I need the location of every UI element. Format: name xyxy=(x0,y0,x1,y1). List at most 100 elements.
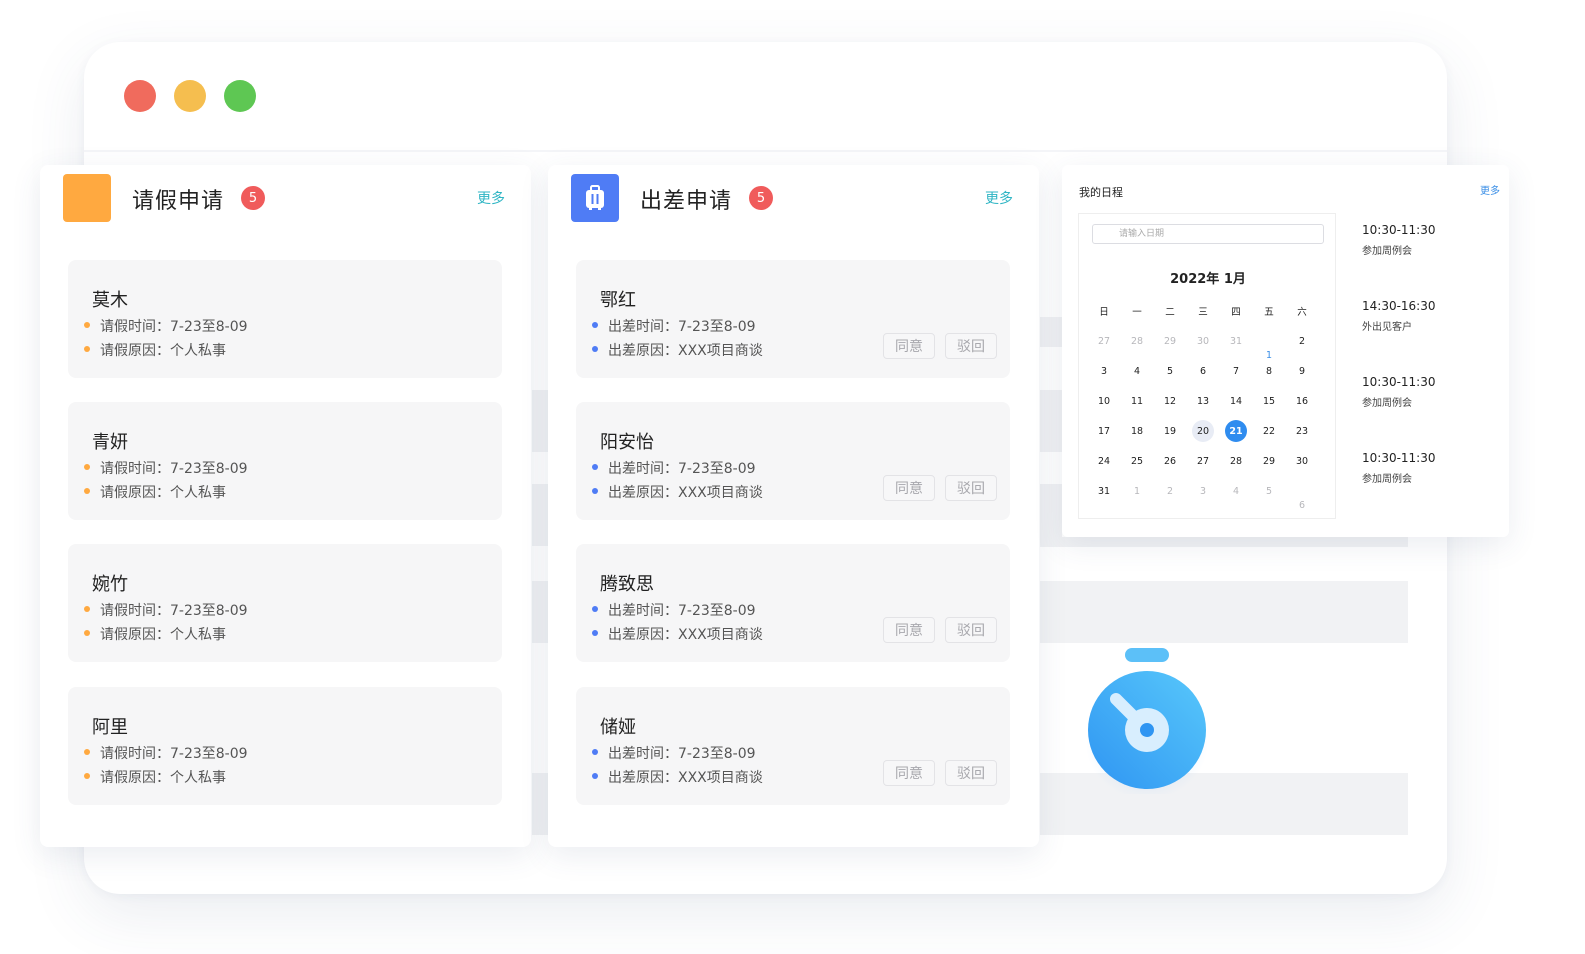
applicant-name: 阳安怡 xyxy=(600,432,654,453)
approve-button[interactable]: 同意 xyxy=(883,760,935,786)
calendar-day[interactable]: 1 xyxy=(1126,480,1148,502)
leave-time: 请假时间：7-23至8-09 xyxy=(84,316,248,336)
reject-button[interactable]: 驳回 xyxy=(945,617,997,643)
calendar-day[interactable]: 30 xyxy=(1291,450,1313,472)
weekday-header: 一 xyxy=(1132,307,1142,318)
calendar-day[interactable]: 3 xyxy=(1093,360,1115,382)
leave-request-panel: 请假申请 5 更多 莫木 请假时间：7-23至8-09 请假原因：个人私事 青妍… xyxy=(40,165,531,847)
calendar-day[interactable]: 13 xyxy=(1192,390,1214,412)
weekday-header: 六 xyxy=(1297,307,1307,318)
leave-time: 请假时间：7-23至8-09 xyxy=(84,458,248,478)
calendar-day[interactable]: 29 xyxy=(1258,450,1280,472)
trip-count-badge: 5 xyxy=(749,186,773,210)
calendar-day[interactable]: 9 xyxy=(1291,360,1313,382)
my-schedule-panel: 我的日程 更多 请输入日期 2022年 1月 日一二三四五六 27 28 29 30 31… xyxy=(1062,165,1509,537)
calendar-day[interactable]: 8 xyxy=(1258,360,1280,382)
trip-reason: 出差原因：XXX项目商谈 xyxy=(592,767,763,787)
date-input[interactable]: 请输入日期 xyxy=(1092,224,1324,244)
weekday-header: 三 xyxy=(1198,307,1208,318)
calendar-day[interactable]: 30 xyxy=(1192,330,1214,352)
leave-reason: 请假原因：个人私事 xyxy=(84,624,226,644)
calendar-day[interactable]: 10 xyxy=(1093,390,1115,412)
calendar-day[interactable]: 18 xyxy=(1126,420,1148,442)
reject-button[interactable]: 驳回 xyxy=(945,475,997,501)
reject-button[interactable]: 驳回 xyxy=(945,760,997,786)
calendar-day[interactable]: 27 xyxy=(1093,330,1115,352)
schedule-title: 我的日程 xyxy=(1079,186,1123,199)
calendar-day[interactable]: 2 xyxy=(1291,330,1313,352)
calendar-day[interactable]: 5 xyxy=(1258,480,1280,502)
leave-count-badge: 5 xyxy=(241,186,265,210)
trip-time: 出差时间：7-23至8-09 xyxy=(592,600,756,620)
leave-more-link[interactable]: 更多 xyxy=(477,188,505,208)
calendar-day[interactable]: 15 xyxy=(1258,390,1280,412)
calendar-day[interactable]: 31 xyxy=(1093,480,1115,502)
calendar-day[interactable]: 16 xyxy=(1291,390,1313,412)
event-time: 10:30-11:30 xyxy=(1362,223,1436,237)
event-title: 参加周例会 xyxy=(1362,474,1412,485)
event-title: 参加周例会 xyxy=(1362,246,1412,257)
approve-button[interactable]: 同意 xyxy=(883,333,935,359)
event-title: 外出见客户 xyxy=(1362,322,1412,333)
trip-request-card: 储娅 出差时间：7-23至8-09 出差原因：XXX项目商谈 同意 驳回 xyxy=(576,687,1010,805)
window-maximize-button[interactable] xyxy=(224,80,256,112)
calendar-day[interactable]: 28 xyxy=(1225,450,1247,472)
calendar-day[interactable]: 31 xyxy=(1225,330,1247,352)
calendar-day[interactable]: 25 xyxy=(1126,450,1148,472)
window-minimize-button[interactable] xyxy=(174,80,206,112)
weekday-header: 四 xyxy=(1231,307,1241,318)
calendar-day[interactable]: 6 xyxy=(1192,360,1214,382)
leave-request-card[interactable]: 莫木 请假时间：7-23至8-09 请假原因：个人私事 xyxy=(68,260,502,378)
leave-time: 请假时间：7-23至8-09 xyxy=(84,600,248,620)
applicant-name: 储娅 xyxy=(600,717,636,738)
calendar-day[interactable]: 26 xyxy=(1159,450,1181,472)
calendar-day[interactable]: 7 xyxy=(1225,360,1247,382)
background-placeholder-strip xyxy=(532,390,548,452)
leave-request-card[interactable]: 阿里 请假时间：7-23至8-09 请假原因：个人私事 xyxy=(68,687,502,805)
trip-reason: 出差原因：XXX项目商谈 xyxy=(592,482,763,502)
leave-reason: 请假原因：个人私事 xyxy=(84,767,226,787)
leave-request-card[interactable]: 青妍 请假时间：7-23至8-09 请假原因：个人私事 xyxy=(68,402,502,520)
calendar-day[interactable]: 2 xyxy=(1159,480,1181,502)
approve-button[interactable]: 同意 xyxy=(883,617,935,643)
calendar-day[interactable]: 28 xyxy=(1126,330,1148,352)
applicant-name: 阿里 xyxy=(92,717,128,738)
calendar-day[interactable]: 24 xyxy=(1093,450,1115,472)
trip-reason: 出差原因：XXX项目商谈 xyxy=(592,624,763,644)
calendar-day[interactable]: 5 xyxy=(1159,360,1181,382)
schedule-more-link[interactable]: 更多 xyxy=(1480,182,1500,197)
leave-request-card[interactable]: 婉竹 请假时间：7-23至8-09 请假原因：个人私事 xyxy=(68,544,502,662)
calendar-day[interactable]: 4 xyxy=(1225,480,1247,502)
calendar-day[interactable]: 12 xyxy=(1159,390,1181,412)
window-title-bar xyxy=(84,42,1447,152)
calendar-day[interactable]: 4 xyxy=(1126,360,1148,382)
trip-more-link[interactable]: 更多 xyxy=(985,188,1013,208)
calendar-day[interactable]: 22 xyxy=(1258,420,1280,442)
trip-request-card: 腾致思 出差时间：7-23至8-09 出差原因：XXX项目商谈 同意 驳回 xyxy=(576,544,1010,662)
trip-time: 出差时间：7-23至8-09 xyxy=(592,743,756,763)
calendar-day[interactable]: 14 xyxy=(1225,390,1247,412)
calendar-day[interactable]: 23 xyxy=(1291,420,1313,442)
calendar-day[interactable]: 29 xyxy=(1159,330,1181,352)
suitcase-icon xyxy=(571,174,619,222)
calendar-day[interactable]: 11 xyxy=(1126,390,1148,412)
approve-button[interactable]: 同意 xyxy=(883,475,935,501)
window-close-button[interactable] xyxy=(124,80,156,112)
calendar-day[interactable]: 3 xyxy=(1192,480,1214,502)
event-time: 14:30-16:30 xyxy=(1362,299,1436,313)
reject-button[interactable]: 驳回 xyxy=(945,333,997,359)
leave-reason: 请假原因：个人私事 xyxy=(84,482,226,502)
event-time: 10:30-11:30 xyxy=(1362,451,1436,465)
calendar-day[interactable]: 21 xyxy=(1225,420,1247,442)
calendar-day[interactable]: 19 xyxy=(1159,420,1181,442)
background-placeholder-strip xyxy=(1040,537,1408,547)
calendar-day[interactable]: 20 xyxy=(1192,420,1214,442)
leave-time: 请假时间：7-23至8-09 xyxy=(84,743,248,763)
trip-request-card: 阳安怡 出差时间：7-23至8-09 出差原因：XXX项目商谈 同意 驳回 xyxy=(576,402,1010,520)
trip-time: 出差时间：7-23至8-09 xyxy=(592,316,756,336)
weekday-header: 五 xyxy=(1264,307,1274,318)
leave-category-icon xyxy=(63,174,111,222)
calendar-day[interactable]: 17 xyxy=(1093,420,1115,442)
calendar-day[interactable]: 6 xyxy=(1291,480,1313,516)
calendar-day[interactable]: 27 xyxy=(1192,450,1214,472)
